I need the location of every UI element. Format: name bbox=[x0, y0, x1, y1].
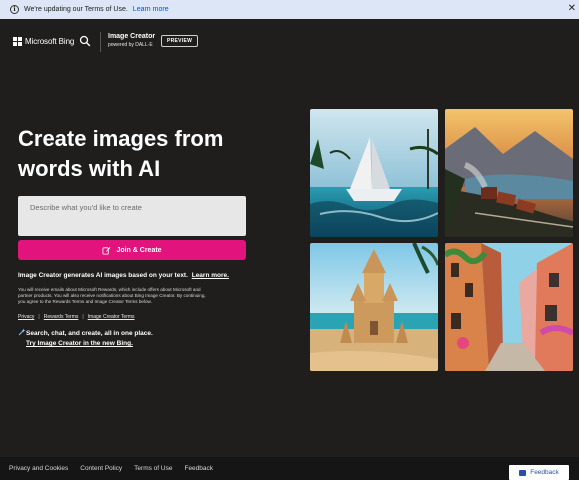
product-title[interactable]: Image Creator powered by DALL·E bbox=[108, 33, 155, 48]
terms-notice-banner: i We're updating our Terms of Use. Learn… bbox=[0, 0, 579, 19]
feedback-icon bbox=[519, 469, 527, 476]
privacy-link[interactable]: Privacy bbox=[18, 314, 34, 320]
info-icon: i bbox=[10, 5, 19, 14]
footer-content-policy-link[interactable]: Content Policy bbox=[80, 465, 122, 472]
sandcastle-image[interactable] bbox=[310, 243, 438, 371]
legal-links: Privacy | Rewards Terms | Image Creator … bbox=[18, 314, 135, 320]
search-icon[interactable] bbox=[78, 34, 92, 48]
notice-text: We're updating our Terms of Use. bbox=[24, 6, 128, 13]
footer-feedback-link[interactable]: Feedback bbox=[184, 465, 213, 472]
feedback-button-label: Feedback bbox=[530, 469, 559, 476]
join-create-button[interactable]: Join & Create bbox=[18, 240, 246, 260]
learn-more-link[interactable]: Learn more. bbox=[192, 272, 229, 279]
image-creator-terms-link[interactable]: Image Creator Terms bbox=[88, 314, 135, 320]
try-new-bing-link[interactable]: Try Image Creator in the new Bing. bbox=[26, 340, 133, 347]
feedback-button[interactable]: Feedback bbox=[509, 465, 569, 480]
train-landscape-image[interactable] bbox=[445, 109, 573, 237]
footer-privacy-link[interactable]: Privacy and Cookies bbox=[9, 465, 68, 472]
fine-print: You will receive emails about Microsoft … bbox=[18, 287, 206, 305]
description: Image Creator generates AI images based … bbox=[18, 272, 268, 279]
promo-text: Search, chat, and create, all in one pla… bbox=[26, 330, 153, 337]
sailboat-image[interactable] bbox=[310, 109, 438, 237]
microsoft-logo-icon bbox=[13, 37, 22, 46]
separator: | bbox=[82, 314, 84, 320]
join-create-label: Join & Create bbox=[116, 246, 162, 254]
create-pen-icon bbox=[102, 246, 111, 255]
notice-learn-more-link[interactable]: Learn more bbox=[133, 6, 169, 13]
prompt-input[interactable]: Describe what you'd like to create bbox=[18, 196, 246, 236]
product-name: Image Creator bbox=[108, 33, 156, 40]
footer: Privacy and Cookies Content Policy Terms… bbox=[0, 457, 579, 480]
preview-badge: PREVIEW bbox=[161, 35, 199, 47]
header-divider bbox=[100, 32, 101, 52]
description-text: Image Creator generates AI images based … bbox=[18, 272, 188, 279]
bing-logo[interactable]: Microsoft Bing bbox=[13, 37, 74, 46]
powered-by-text: powered by DALL·E bbox=[108, 42, 153, 48]
page-title: Create images from words with AI bbox=[18, 126, 224, 181]
rewards-terms-link[interactable]: Rewards Terms bbox=[44, 314, 79, 320]
sparkle-icon bbox=[18, 328, 26, 336]
close-icon[interactable]: ✕ bbox=[568, 3, 576, 15]
footer-terms-link[interactable]: Terms of Use bbox=[134, 465, 172, 472]
logo-text: Microsoft Bing bbox=[25, 37, 75, 46]
village-street-image[interactable] bbox=[445, 243, 573, 371]
header: Microsoft Bing Image Creator powered by … bbox=[0, 30, 579, 54]
separator: | bbox=[38, 314, 40, 320]
